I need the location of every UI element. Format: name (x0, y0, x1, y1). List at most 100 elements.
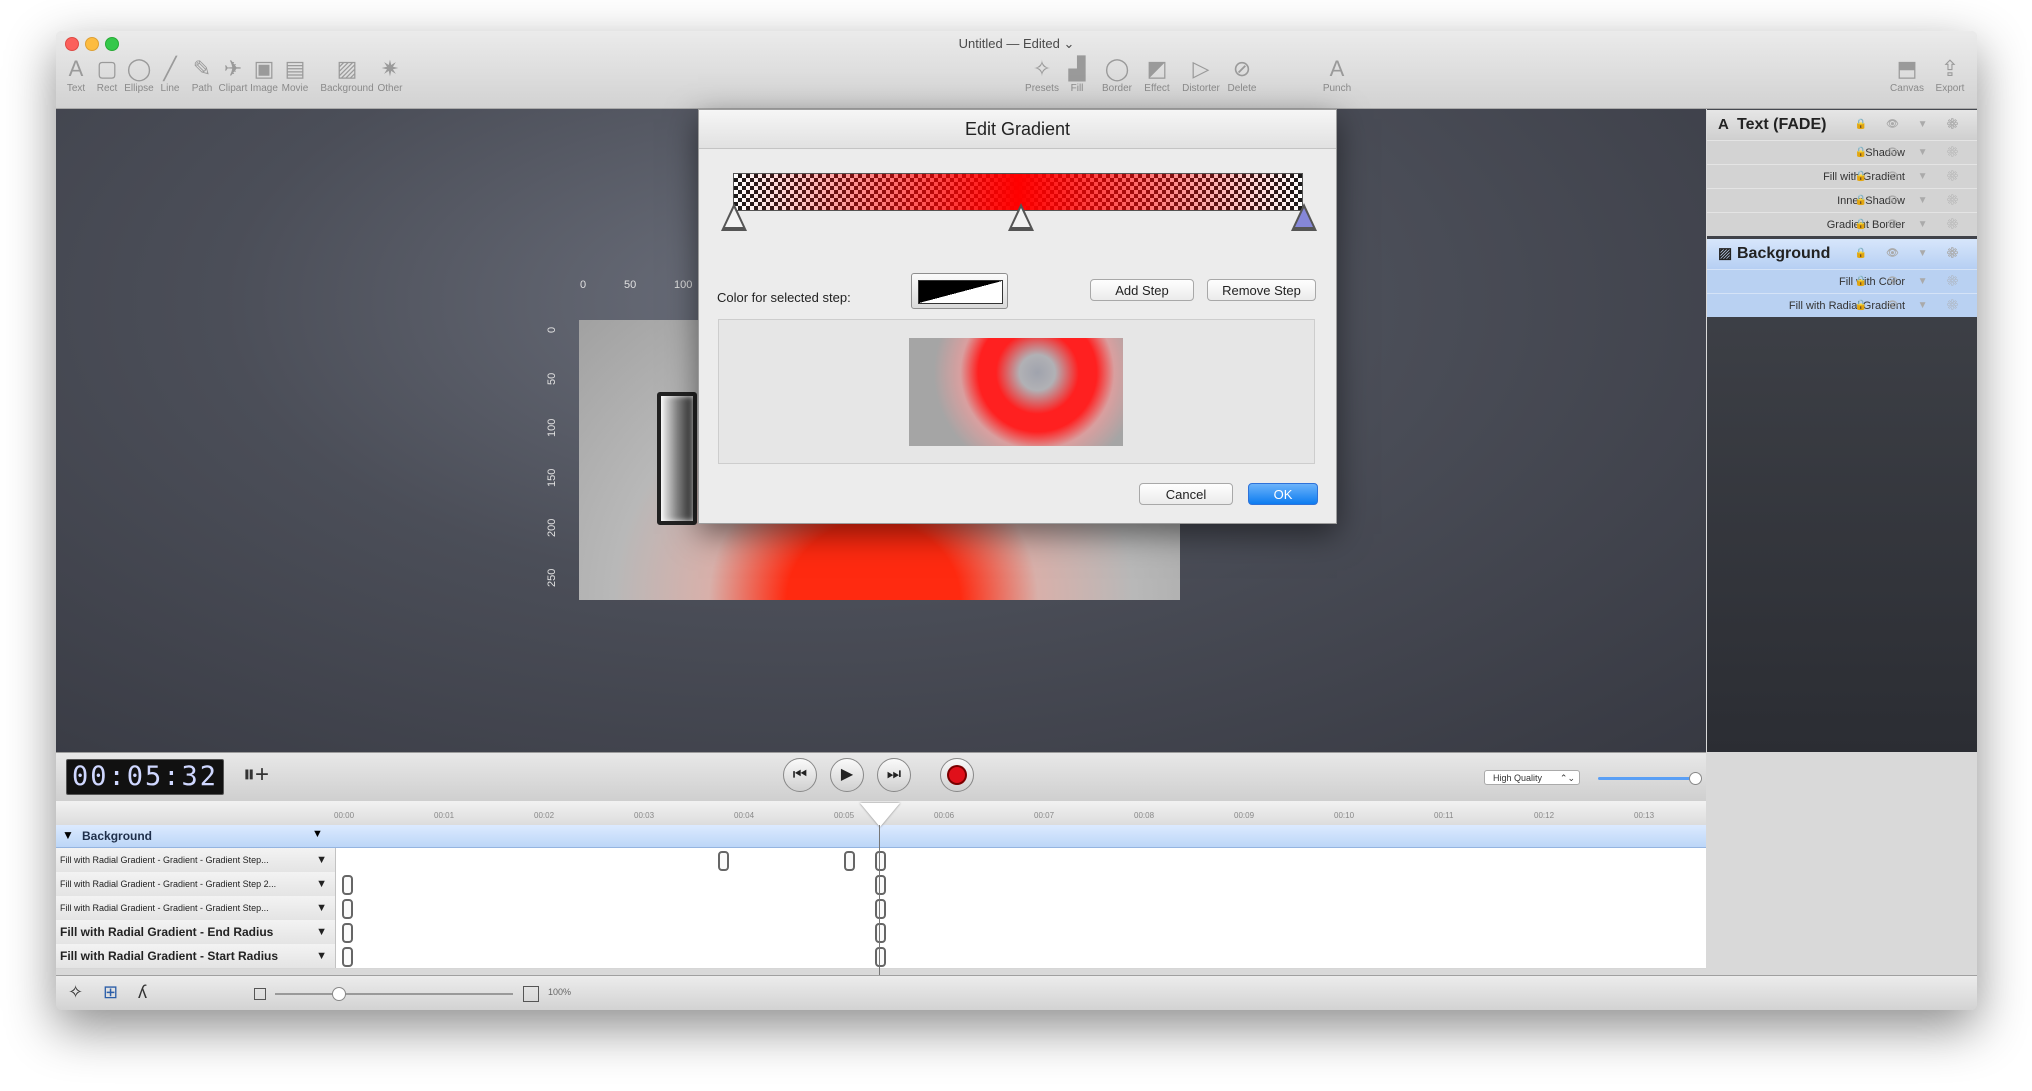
chevron-down-icon[interactable]: ▼ (312, 828, 323, 840)
keyframe[interactable] (844, 851, 855, 871)
layer-background[interactable]: ▨ Background 🔒 👁 ▼ ⚙ (1707, 239, 1977, 269)
grid-icon[interactable]: ⊞ (103, 982, 118, 1003)
add-keyframe-icon[interactable]: ⏸+ (243, 761, 269, 789)
timeline-tick: 00:03 (634, 811, 655, 820)
presets-icon: ✧ (1032, 56, 1052, 81)
gradient-stop-right-selected[interactable] (1291, 203, 1317, 231)
rect-icon: ▢ (96, 56, 118, 81)
effect-row-gradient-border[interactable]: Gradient Border 🔒 👁 ▼ ⚙ (1707, 212, 1977, 236)
tool-label: Border (1101, 83, 1132, 94)
tool-background[interactable]: ▨ Background (317, 56, 377, 94)
track-title: Fill with Radial Gradient - Gradient - G… (60, 903, 269, 913)
timeline-tick: 00:11 (1434, 811, 1454, 820)
keyframe[interactable] (875, 899, 886, 919)
timeline-tick: 00:00 (334, 811, 355, 820)
effect-row-fill-radial-gradient[interactable]: Fill with Radial Gradient 🔒 👁 ▼ ⚙ (1707, 293, 1977, 317)
edited-status[interactable]: — Edited (1006, 36, 1059, 51)
background-icon: ▨ (336, 56, 358, 81)
keyframe[interactable] (342, 899, 353, 919)
timeline-tick: 00:12 (1534, 811, 1555, 820)
timeline-track[interactable]: Fill with Radial Gradient - End Radius ▼ (56, 920, 1706, 945)
window-title: Untitled — Edited ⌄ (56, 36, 1977, 52)
ok-button[interactable]: OK (1248, 483, 1318, 505)
tool-label: Other (377, 83, 403, 94)
chevron-down-icon[interactable]: ▼ (316, 896, 327, 920)
zoom-slider-track[interactable] (1598, 777, 1694, 780)
canvas-icon: ⬒ (1896, 56, 1918, 81)
layer-controls-icon[interactable]: 🔒 👁 ▼ ⚙ (1855, 110, 1967, 140)
keyframe[interactable] (875, 875, 886, 895)
line-icon: ╱ (163, 56, 177, 81)
record-button[interactable] (940, 758, 974, 792)
layer-text-fade[interactable]: A Text (FADE) 🔒 👁 ▼ ⚙ (1707, 110, 1977, 140)
tool-canvas[interactable]: ⬒ Canvas (1887, 56, 1927, 94)
tool-border[interactable]: ◯ Border (1097, 56, 1137, 94)
zoom-in-icon[interactable] (523, 986, 539, 1002)
tool-presets[interactable]: ✧ Presets (1022, 56, 1062, 94)
timeline-tick: 00:07 (1034, 811, 1055, 820)
effect-row-fill-color[interactable]: Fill with Color 🔒 👁 ▼ ⚙ (1707, 269, 1977, 293)
timeline-zoom-knob[interactable] (332, 987, 346, 1001)
layer-controls-icon[interactable]: 🔒 👁 ▼ ⚙ (1855, 239, 1967, 269)
disclosure-icon[interactable]: ▼ (62, 828, 74, 842)
keyframe[interactable] (875, 923, 886, 943)
keyframe[interactable] (718, 851, 729, 871)
chevron-down-icon[interactable]: ▼ (316, 872, 327, 896)
chevron-down-icon[interactable]: ⌄ (1063, 36, 1074, 51)
tool-other[interactable]: ✷ Other (370, 56, 410, 94)
effect-row-fill-gradient[interactable]: Fill with Gradient 🔒 👁 ▼ ⚙ (1707, 164, 1977, 188)
effect-controls-icon[interactable]: 🔒 👁 ▼ ⚙ (1855, 213, 1967, 237)
add-step-button[interactable]: Add Step (1090, 279, 1194, 301)
effect-row-inner-shadow[interactable]: Inner Shadow 🔒 👁 ▼ ⚙ (1707, 188, 1977, 212)
effect-row-shadow[interactable]: Shadow 🔒 👁 ▼ ⚙ (1707, 140, 1977, 164)
timeline-track[interactable]: Fill with Radial Gradient - Start Radius… (56, 944, 1706, 969)
chevron-down-icon[interactable]: ▼ (316, 848, 327, 872)
gradient-stop-left[interactable] (721, 203, 747, 231)
keyframe[interactable] (342, 923, 353, 943)
play-button[interactable]: ▶ (830, 758, 864, 792)
gradient-stop-middle[interactable] (1008, 203, 1034, 231)
keyframe[interactable] (875, 851, 886, 871)
keyframe[interactable] (342, 875, 353, 895)
effect-controls-icon[interactable]: 🔒 👁 ▼ ⚙ (1855, 294, 1967, 318)
timeline-group-background[interactable]: ▼ Background ▼ (56, 825, 1706, 848)
effect-controls-icon[interactable]: 🔒 👁 ▼ ⚙ (1855, 189, 1967, 213)
zoom-slider-knob[interactable] (1689, 772, 1702, 785)
rewind-button[interactable]: ⏮ (783, 758, 817, 792)
tool-punch[interactable]: A Punch (1317, 56, 1357, 94)
timeline-tick: 00:10 (1334, 811, 1355, 820)
quality-select[interactable]: High Quality ⌃⌄ (1484, 770, 1580, 785)
tool-movie[interactable]: ▤ Movie (275, 56, 315, 94)
document-name: Untitled (958, 36, 1003, 51)
effect-controls-icon[interactable]: 🔒 👁 ▼ ⚙ (1855, 165, 1967, 189)
zoom-out-icon[interactable] (254, 988, 266, 1000)
playhead[interactable] (860, 803, 900, 827)
timeline-track[interactable]: Fill with Radial Gradient - Gradient - G… (56, 896, 1706, 921)
timeline-track[interactable]: Fill with Radial Gradient - Gradient - G… (56, 848, 1706, 873)
tool-effect[interactable]: ◩ Effect (1137, 56, 1177, 94)
chevron-down-icon[interactable]: ▼ (316, 944, 327, 968)
keyframe[interactable] (342, 947, 353, 967)
clipart-icon: ✈ (223, 56, 243, 81)
timeline-track[interactable]: Fill with Radial Gradient - Gradient - G… (56, 872, 1706, 897)
timeline-tick: 00:01 (434, 811, 455, 820)
tool-distorter[interactable]: ▷ Distorter (1176, 56, 1226, 94)
distorter-icon: ▷ (1192, 56, 1210, 81)
effect-controls-icon[interactable]: 🔒 👁 ▼ ⚙ (1855, 270, 1967, 294)
keyframe[interactable] (875, 947, 886, 967)
color-well[interactable] (911, 273, 1008, 309)
image-icon: ▣ (253, 56, 275, 81)
tool-export[interactable]: ⇪ Export (1930, 56, 1970, 94)
magic-wand-icon[interactable]: ✧ (68, 982, 83, 1003)
tool-fill[interactable]: ▟ Fill (1057, 56, 1097, 94)
timeline-zoom-slider[interactable] (275, 993, 513, 995)
timecode-display: 00:05:32 (66, 759, 224, 795)
text-layer-glyph[interactable] (657, 392, 697, 525)
tool-delete[interactable]: ⊘ Delete (1222, 56, 1262, 94)
effect-controls-icon[interactable]: 🔒 👁 ▼ ⚙ (1855, 141, 1967, 165)
remove-step-button[interactable]: Remove Step (1207, 279, 1316, 301)
forward-button[interactable]: ⏭ (877, 758, 911, 792)
chevron-down-icon[interactable]: ▼ (316, 920, 327, 944)
cancel-button[interactable]: Cancel (1139, 483, 1233, 505)
snap-icon[interactable]: ʎ (138, 982, 147, 1003)
